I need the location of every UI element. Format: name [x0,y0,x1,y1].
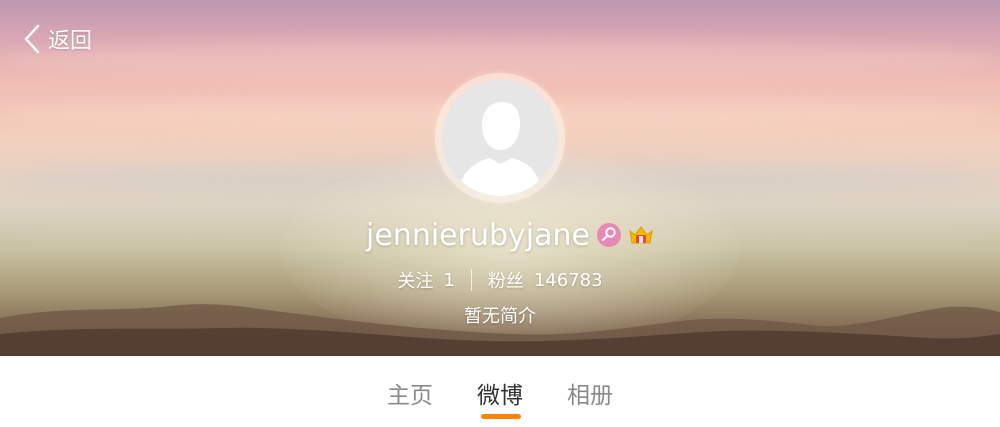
vip-badge-icon[interactable] [596,222,622,248]
followers-label: 粉丝 [487,271,524,292]
following-count: 1 [443,269,455,291]
chevron-left-icon [24,24,40,54]
avatar[interactable] [435,73,565,203]
following-stat[interactable]: 关注 1 [397,267,454,293]
username: jennierubyjane [366,217,590,253]
followers-stat[interactable]: 粉丝 146783 [488,267,603,293]
back-button[interactable]: 返回 [22,22,92,56]
tab-album-label: 相册 [567,383,613,409]
tab-album[interactable]: 相册 [567,356,613,410]
default-avatar-icon [442,80,558,196]
stats-divider [470,269,472,291]
active-tab-indicator [481,414,521,419]
username-row: jennierubyjane [0,212,1000,258]
profile-tabs: 主页 微博 相册 [0,356,1000,427]
following-label: 关注 [397,271,434,292]
crown-badge-icon[interactable] [628,222,654,248]
back-label: 返回 [48,29,93,54]
stats-row: 关注 1 粉丝 146783 [0,265,1000,295]
tab-weibo-label: 微博 [477,383,523,409]
followers-count: 146783 [533,269,603,291]
tab-home-label: 主页 [387,383,433,409]
profile-page: 返回 jennierubyjane 关注 1 粉丝 146783 暂无简介 主页… [0,0,1000,427]
tab-weibo[interactable]: 微博 [477,356,523,419]
tab-home[interactable]: 主页 [387,356,433,410]
profile-bio: 暂无简介 [464,306,536,327]
